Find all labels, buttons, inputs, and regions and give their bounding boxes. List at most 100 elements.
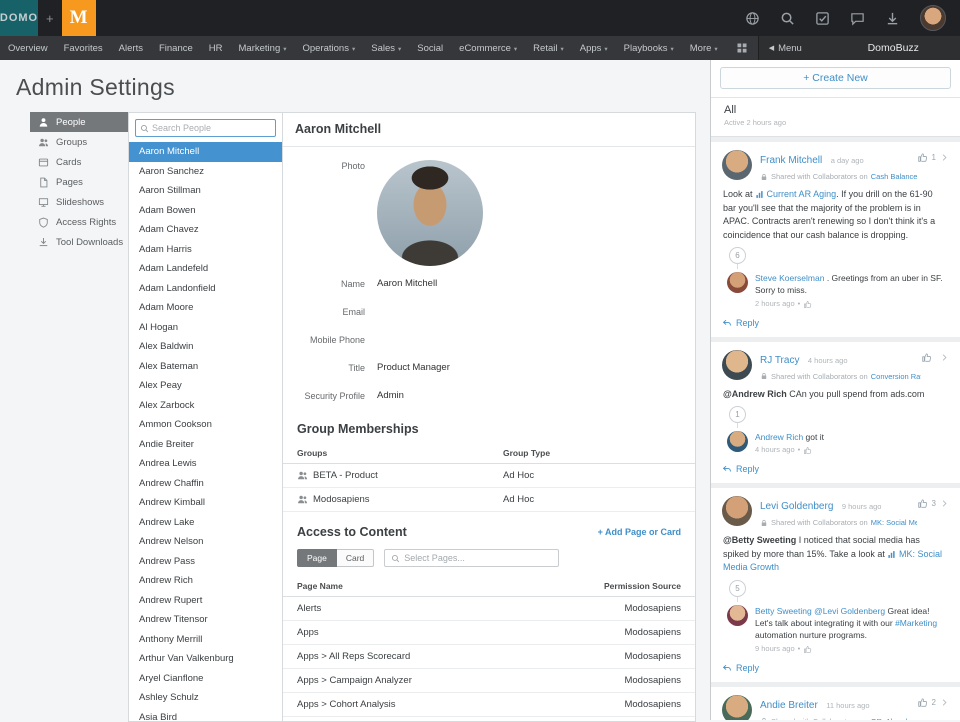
sidebar-item-access-rights[interactable]: Access Rights <box>30 212 128 232</box>
apps-grid-icon[interactable] <box>726 42 758 54</box>
add-page-or-card-link[interactable]: + Add Page or Card <box>598 527 681 537</box>
page-name[interactable]: Alerts <box>283 597 520 621</box>
person-list-item[interactable]: Ashley Schulz <box>129 688 282 708</box>
menu-back-button[interactable]: ◀ Menu <box>769 43 802 54</box>
sidebar-item-tool-downloads[interactable]: Tool Downloads <box>30 232 128 252</box>
person-list-item[interactable]: Adam Bowen <box>129 201 282 221</box>
download-icon[interactable] <box>885 11 900 26</box>
mention-link[interactable]: @Levi Goldenberg <box>814 606 885 616</box>
chevron-right-icon[interactable] <box>940 353 949 362</box>
domo-logo[interactable]: DOMO <box>0 0 38 36</box>
chevron-right-icon[interactable] <box>940 499 949 508</box>
nav-item[interactable]: Finance <box>151 36 201 60</box>
person-list-item[interactable]: Anthony Merrill <box>129 630 282 650</box>
chevron-right-icon[interactable] <box>940 698 949 707</box>
toggle-card-button[interactable]: Card <box>337 549 374 567</box>
reply-button[interactable]: Reply <box>722 663 949 673</box>
comment-count-bubble[interactable]: 6 <box>729 247 746 264</box>
person-list-item[interactable]: Adam Moore <box>129 298 282 318</box>
search-people-input[interactable] <box>152 123 271 133</box>
comment-author-link[interactable]: Steve Koerselman <box>755 273 824 283</box>
person-list-item[interactable]: Andrea Lewis <box>129 454 282 474</box>
person-list-item[interactable]: Andrew Rupert <box>129 591 282 611</box>
comment-author-link[interactable]: Betty Sweeting <box>755 606 812 616</box>
shared-card-link[interactable]: QR: Abandoned Cart Value <box>871 717 917 721</box>
person-list-item[interactable]: Adam Harris <box>129 240 282 260</box>
person-list-item[interactable]: Aryel Cianflone <box>129 669 282 689</box>
person-list-item[interactable]: Adam Landefeld <box>129 259 282 279</box>
page-name[interactable]: Apps > Campaign Analyzer <box>283 669 520 693</box>
avatar[interactable] <box>722 350 752 380</box>
post-author-link[interactable]: Frank Mitchell <box>760 155 822 166</box>
post-author-link[interactable]: RJ Tracy <box>760 355 799 366</box>
person-list-item[interactable]: Alex Peay <box>129 376 282 396</box>
person-list-item[interactable]: Alex Baldwin <box>129 337 282 357</box>
shared-card-link[interactable]: Conversion Rate (Last 30 <box>871 372 921 381</box>
thumbs-up-icon[interactable] <box>803 645 812 654</box>
globe-icon[interactable] <box>745 11 760 26</box>
post-author-link[interactable]: Levi Goldenberg <box>760 501 833 512</box>
select-pages-dropdown[interactable]: Select Pages... <box>384 549 559 567</box>
tasks-icon[interactable] <box>815 11 830 26</box>
sidebar-item-slideshows[interactable]: Slideshows <box>30 192 128 212</box>
reply-button[interactable]: Reply <box>722 464 949 474</box>
user-avatar[interactable] <box>920 5 946 31</box>
person-list-item[interactable]: Andrew Rich <box>129 571 282 591</box>
reply-button[interactable]: Reply <box>722 318 949 328</box>
mention-link[interactable]: @Betty Sweeting <box>723 535 796 545</box>
nav-item[interactable]: Operations ▾ <box>295 36 364 60</box>
person-list-item[interactable]: Arthur Van Valkenburg <box>129 649 282 669</box>
card-link[interactable]: Current AR Aging <box>755 189 836 199</box>
sidebar-item-cards[interactable]: Cards <box>30 152 128 172</box>
comment-author-link[interactable]: Andrew Rich <box>755 432 803 442</box>
nav-item[interactable]: Marketing ▾ <box>231 36 295 60</box>
person-list-item[interactable]: Aaron Stillman <box>129 181 282 201</box>
person-list-item[interactable]: Adam Chavez <box>129 220 282 240</box>
mention-link[interactable]: @Andrew Rich <box>723 389 787 399</box>
person-list-item[interactable]: Andrew Lake <box>129 513 282 533</box>
person-list-item[interactable]: Ammon Cookson <box>129 415 282 435</box>
nav-item[interactable]: Retail ▾ <box>525 36 572 60</box>
nav-item[interactable]: Social <box>409 36 451 60</box>
nav-item[interactable]: Alerts <box>111 36 151 60</box>
person-list-item[interactable]: Andrew Chaffin <box>129 474 282 494</box>
nav-item[interactable]: Apps ▾ <box>572 36 616 60</box>
thumbs-up-icon[interactable] <box>917 697 928 708</box>
thumbs-up-icon[interactable] <box>921 352 932 363</box>
shared-card-link[interactable]: Cash Balance <box>871 172 917 181</box>
toggle-page-button[interactable]: Page <box>297 549 337 567</box>
chevron-right-icon[interactable] <box>940 153 949 162</box>
person-list-item[interactable]: Andie Breiter <box>129 435 282 455</box>
chat-icon[interactable] <box>850 11 865 26</box>
avatar[interactable] <box>727 605 748 626</box>
avatar[interactable] <box>727 431 748 452</box>
nav-item[interactable]: More ▾ <box>682 36 726 60</box>
avatar[interactable] <box>727 272 748 293</box>
page-name[interactable]: Apps > Cohort Analysis <box>283 693 520 717</box>
filter-all[interactable]: All <box>724 104 947 116</box>
thumbs-up-icon[interactable] <box>803 300 812 309</box>
avatar[interactable] <box>722 150 752 180</box>
thumbs-up-icon[interactable] <box>803 446 812 455</box>
comment-count-bubble[interactable]: 1 <box>729 406 746 423</box>
nav-item[interactable]: Overview <box>0 36 56 60</box>
sidebar-item-groups[interactable]: Groups <box>30 132 128 152</box>
nav-item[interactable]: Favorites <box>56 36 111 60</box>
page-name[interactable]: Apps > All Reps Scorecard <box>283 645 520 669</box>
thumbs-up-icon[interactable] <box>917 152 928 163</box>
group-name[interactable]: Modosapiens <box>313 494 370 505</box>
nav-item[interactable]: HR <box>201 36 231 60</box>
group-name[interactable]: BETA - Product <box>313 470 378 481</box>
person-list-item[interactable]: Alex Zarbock <box>129 396 282 416</box>
hashtag-link[interactable]: #Marketing <box>895 618 937 628</box>
avatar[interactable] <box>722 695 752 721</box>
person-list-item[interactable]: Aaron Mitchell <box>129 142 282 162</box>
page-name[interactable]: Apps <box>283 621 520 645</box>
nav-item[interactable]: Playbooks ▾ <box>616 36 682 60</box>
create-new-button[interactable]: + Create New <box>720 67 951 89</box>
person-list-item[interactable]: Andrew Kimball <box>129 493 282 513</box>
thumbs-up-icon[interactable] <box>917 498 928 509</box>
nav-item[interactable]: Sales ▾ <box>363 36 409 60</box>
person-list-item[interactable]: Andrew Nelson <box>129 532 282 552</box>
person-list-item[interactable]: Al Hogan <box>129 318 282 338</box>
